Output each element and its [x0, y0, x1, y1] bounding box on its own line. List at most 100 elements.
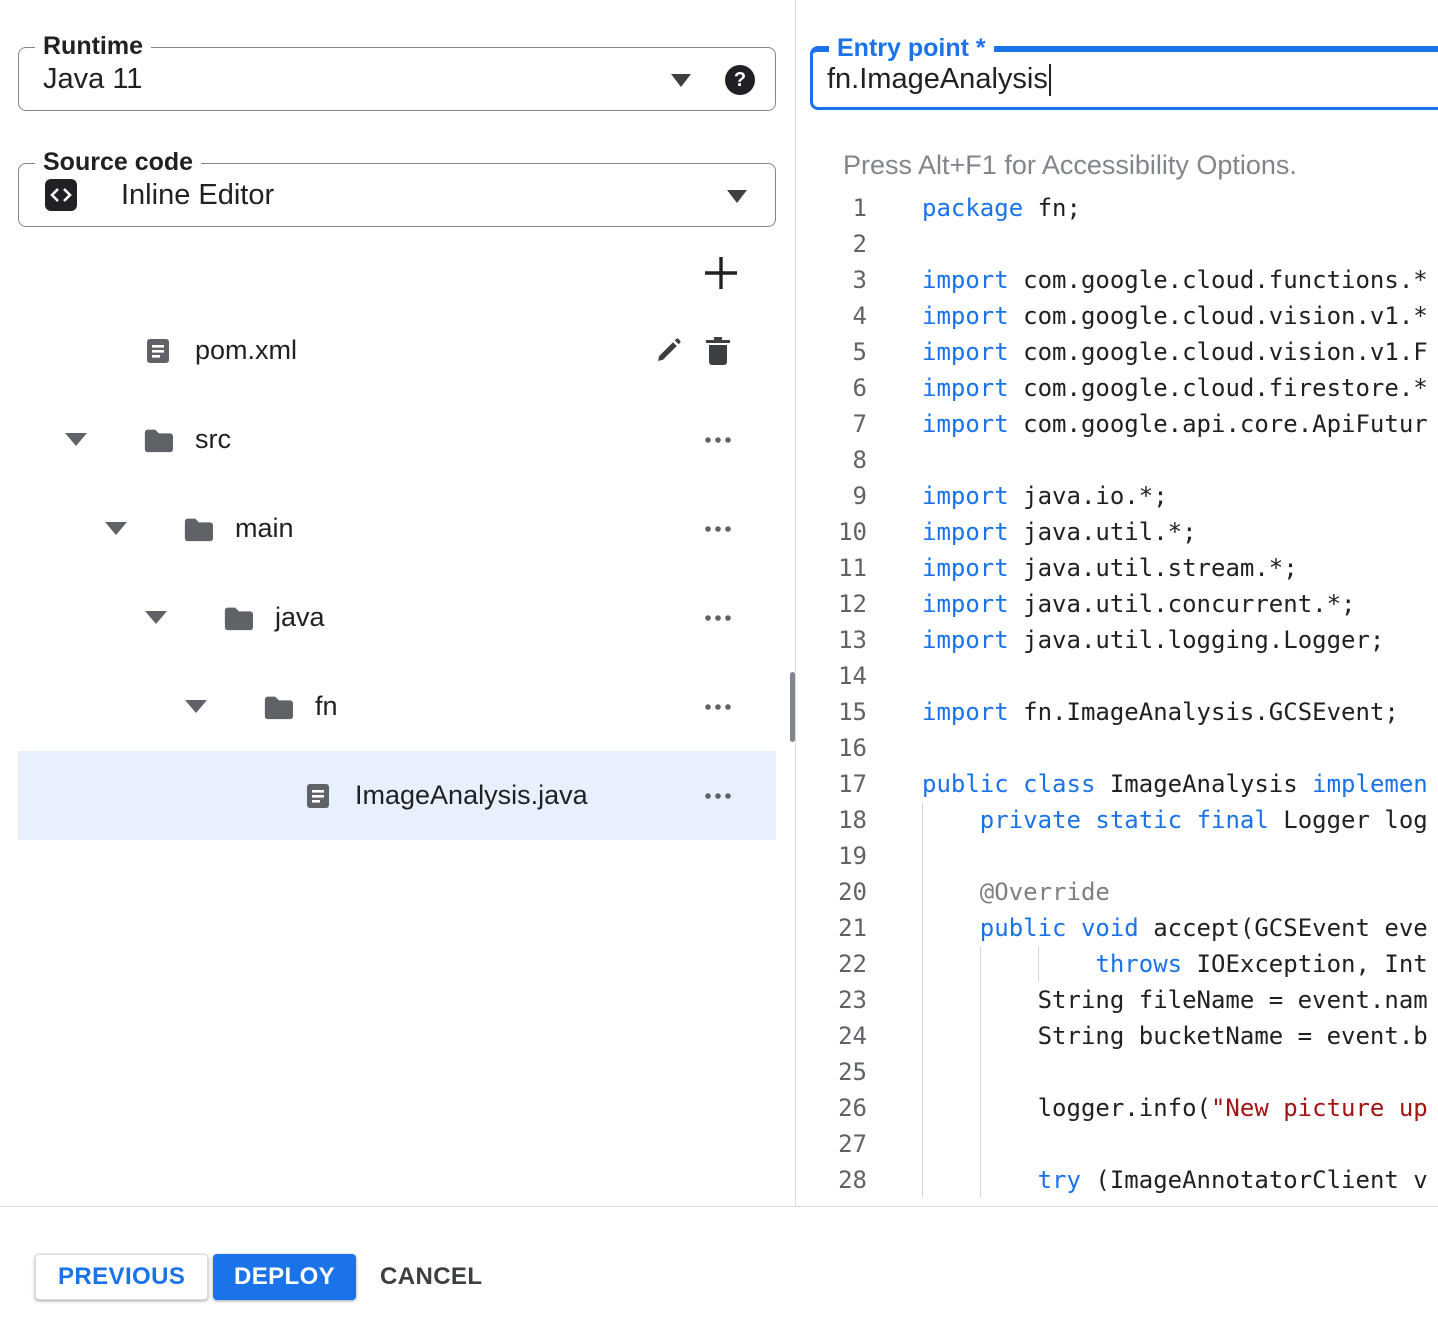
row-actions [704, 693, 732, 721]
expand-arrow-icon[interactable] [105, 522, 127, 535]
code-line: 20 @Override [797, 874, 1438, 910]
more-options-icon[interactable] [704, 693, 732, 721]
line-number: 26 [797, 1090, 867, 1126]
code-text: import com.google.cloud.firestore.* [922, 370, 1428, 406]
code-text: package fn; [922, 190, 1081, 226]
more-options-icon[interactable] [704, 782, 732, 810]
line-number: 20 [797, 874, 867, 910]
row-actions [704, 426, 732, 454]
tree-item-label: java [275, 602, 325, 633]
code-line: 5 import com.google.cloud.vision.v1.F [797, 334, 1438, 370]
chevron-down-icon[interactable] [727, 190, 747, 203]
code-line: 28try (ImageAnnotatorClient v [797, 1162, 1438, 1198]
code-line: 27 [797, 1126, 1438, 1162]
line-number: 21 [797, 910, 867, 946]
code-line: 16 [797, 730, 1438, 766]
file-icon [303, 781, 333, 811]
code-text: import java.util.concurrent.*; [922, 586, 1355, 622]
help-icon[interactable]: ? [725, 65, 755, 95]
code-text: import com.google.api.core.ApiFutur [922, 406, 1428, 442]
code-text: import com.google.cloud.vision.v1.F [922, 334, 1428, 370]
line-number: 24 [797, 1018, 867, 1054]
add-file-icon[interactable] [700, 252, 742, 294]
code-line: 10import java.util.*; [797, 514, 1438, 550]
expand-arrow-icon[interactable] [185, 700, 207, 713]
tree-item-label: main [235, 513, 294, 544]
code-text [922, 1126, 1038, 1162]
code-text: String fileName = event.nam [922, 982, 1428, 1018]
folder-icon [183, 514, 213, 544]
tree-item-label: fn [315, 691, 338, 722]
code-line: 12import java.util.concurrent.*; [797, 586, 1438, 622]
code-text: String bucketName = event.b [922, 1018, 1428, 1054]
scrollbar-thumb[interactable] [790, 672, 795, 742]
more-options-icon[interactable] [704, 426, 732, 454]
source-code-select[interactable]: Source code Inline Editor [18, 163, 776, 227]
source-code-label: Source code [35, 148, 201, 177]
row-actions [704, 604, 732, 632]
entry-point-field[interactable]: Entry point * fn.ImageAnalysis [810, 46, 1438, 110]
row-actions [704, 515, 732, 543]
code-line: 17 public class ImageAnalysis implemen [797, 766, 1438, 802]
code-line: 11import java.util.stream.*; [797, 550, 1438, 586]
tree-item-java[interactable]: java [18, 573, 776, 662]
tree-item-src[interactable]: src [18, 395, 776, 484]
file-tree: pom.xmlsrc main java fn ImageAnalysis.java [18, 306, 776, 840]
folder-icon [143, 425, 173, 455]
code-editor[interactable]: 1package fn;23import com.google.cloud.fu… [797, 190, 1438, 1198]
line-number: 23 [797, 982, 867, 1018]
line-number: 15 [797, 694, 867, 730]
more-options-icon[interactable] [704, 604, 732, 632]
code-line: 18private static final Logger log [797, 802, 1438, 838]
accessibility-hint: Press Alt+F1 for Accessibility Options. [843, 150, 1297, 181]
line-number: 18 [797, 802, 867, 838]
chevron-down-icon[interactable] [671, 74, 691, 87]
line-number: 28 [797, 1162, 867, 1198]
code-text: import java.io.*; [922, 478, 1168, 514]
code-line: 3 import com.google.cloud.functions.* [797, 262, 1438, 298]
line-number: 1 [797, 190, 867, 226]
cancel-button[interactable]: CANCEL [368, 1254, 494, 1300]
line-number: 3 [797, 262, 867, 298]
deploy-button[interactable]: DEPLOY [213, 1254, 356, 1300]
line-number: 25 [797, 1054, 867, 1090]
tree-item-imageanalysis-java[interactable]: ImageAnalysis.java [18, 751, 776, 840]
code-text: import fn.ImageAnalysis.GCSEvent; [922, 694, 1399, 730]
entry-point-value: fn.ImageAnalysis [827, 63, 1048, 96]
line-number: 5 [797, 334, 867, 370]
code-line: 26 logger.info("New picture up [797, 1090, 1438, 1126]
edit-icon[interactable] [654, 337, 682, 365]
code-text: import com.google.cloud.functions.* [922, 262, 1428, 298]
code-text: logger.info("New picture up [922, 1090, 1428, 1126]
code-line: 24 String bucketName = event.b [797, 1018, 1438, 1054]
tree-item-fn[interactable]: fn [18, 662, 776, 751]
line-number: 7 [797, 406, 867, 442]
code-line: 25 [797, 1054, 1438, 1090]
editor-panel: Entry point * fn.ImageAnalysis Press Alt… [797, 0, 1438, 1206]
line-number: 17 [797, 766, 867, 802]
action-bar: PREVIOUS DEPLOY CANCEL [0, 1206, 1438, 1322]
source-code-value: Inline Editor [121, 179, 274, 212]
code-text: public void accept(GCSEvent eve [922, 910, 1428, 946]
runtime-select[interactable]: Runtime Java 11 ? [18, 47, 776, 111]
code-text: public class ImageAnalysis implemen [922, 766, 1428, 802]
line-number: 19 [797, 838, 867, 874]
code-icon [45, 179, 77, 211]
file-icon [143, 336, 173, 366]
code-line: 19 [797, 838, 1438, 874]
delete-icon[interactable] [704, 337, 732, 365]
code-text: @Override [922, 874, 1110, 910]
tree-item-pom-xml[interactable]: pom.xml [18, 306, 776, 395]
more-options-icon[interactable] [704, 515, 732, 543]
line-number: 27 [797, 1126, 867, 1162]
expand-arrow-icon[interactable] [65, 433, 87, 446]
code-line: 2 [797, 226, 1438, 262]
code-line: 21 public void accept(GCSEvent eve [797, 910, 1438, 946]
tree-item-main[interactable]: main [18, 484, 776, 573]
previous-button[interactable]: PREVIOUS [35, 1254, 208, 1300]
line-number: 14 [797, 658, 867, 694]
text-caret [1049, 64, 1051, 96]
code-text [922, 838, 980, 874]
code-line: 8 [797, 442, 1438, 478]
expand-arrow-icon[interactable] [145, 611, 167, 624]
